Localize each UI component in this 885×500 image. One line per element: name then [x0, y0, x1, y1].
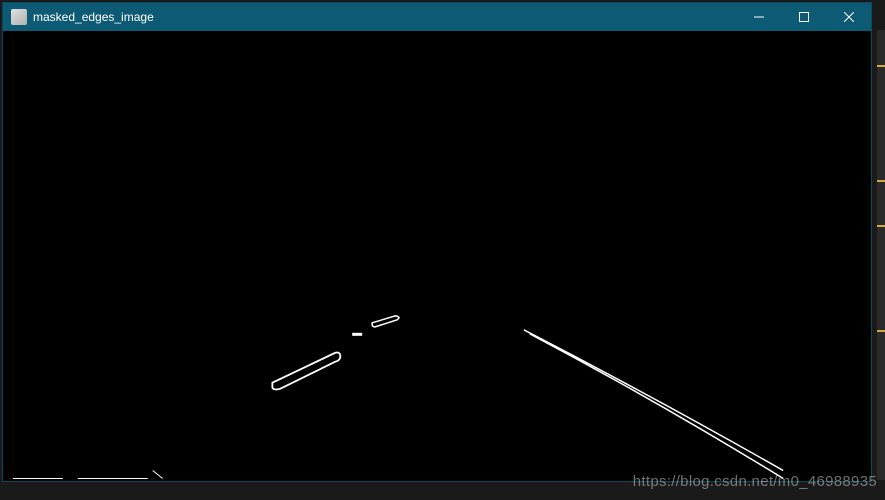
ide-gutter — [877, 30, 885, 480]
gutter-marker — [877, 180, 885, 182]
image-viewport — [3, 31, 871, 481]
minimize-icon — [754, 12, 764, 22]
titlebar[interactable]: masked_edges_image — [3, 3, 871, 31]
window-title: masked_edges_image — [33, 10, 154, 24]
application-window: masked_edges_image — [2, 2, 872, 482]
edge-image — [3, 31, 871, 481]
minimize-button[interactable] — [736, 3, 781, 31]
close-button[interactable] — [826, 3, 871, 31]
maximize-button[interactable] — [781, 3, 826, 31]
app-icon — [11, 9, 27, 25]
close-icon — [844, 12, 854, 22]
gutter-marker — [877, 65, 885, 67]
gutter-marker — [877, 330, 885, 332]
maximize-icon — [799, 12, 809, 22]
gutter-marker — [877, 225, 885, 227]
window-controls — [736, 3, 871, 31]
watermark-text: https://blog.csdn.net/m0_46988935 — [633, 473, 877, 490]
